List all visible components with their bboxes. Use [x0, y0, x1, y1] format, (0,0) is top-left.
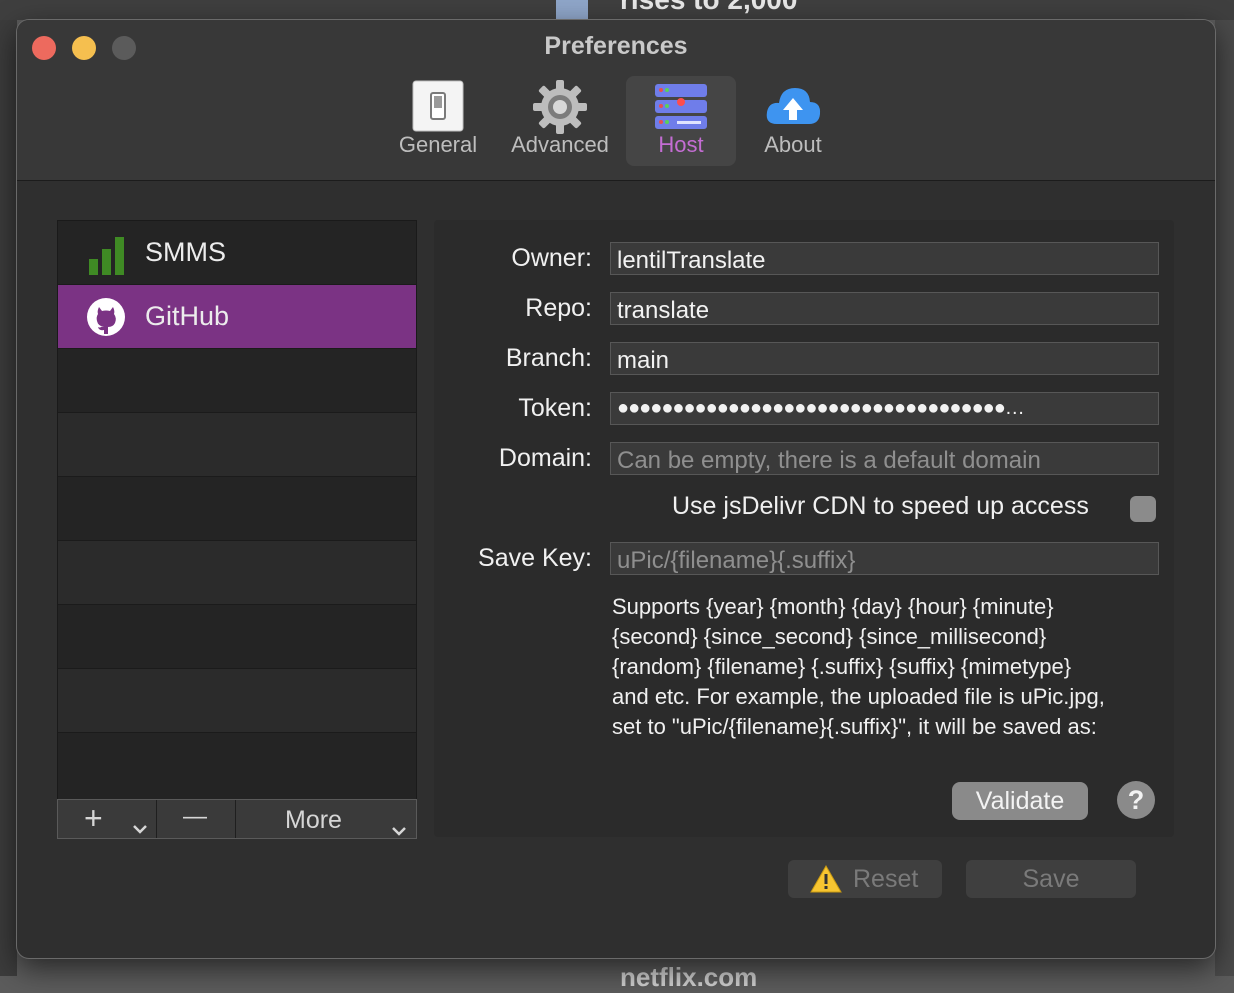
background-headline: rises to 2,000: [620, 0, 797, 16]
host-list-empty-row: [58, 733, 416, 796]
background-caption: netflix.com: [620, 962, 758, 992]
help-line: {second} {since_second} {since_milliseco…: [612, 624, 1047, 649]
host-list-empty-row: [58, 541, 416, 605]
background-strip-left: [0, 0, 17, 976]
chevron-down-icon: [391, 813, 407, 844]
background-strip-top: [0, 0, 1234, 20]
save-key-label: Save Key:: [478, 544, 592, 572]
tab-general-label: General: [398, 132, 478, 157]
titlebar: Preferences General Advanced Host About: [17, 20, 1215, 181]
add-host-button[interactable]: +: [58, 800, 156, 838]
tab-about-label: About: [764, 132, 822, 157]
more-menu-button[interactable]: More: [236, 800, 416, 838]
background-strip-right: [1215, 0, 1234, 976]
cloud-upload-icon: [763, 82, 823, 133]
tab-advanced-label: Advanced: [511, 132, 609, 157]
host-list: SMMS GitHub: [57, 220, 417, 800]
save-key-help-text: Supports {year} {month} {day} {hour} {mi…: [612, 592, 1162, 742]
branch-label: Branch:: [505, 344, 592, 372]
host-item-label: GitHub: [145, 301, 230, 331]
host-list-empty-row: [58, 349, 416, 413]
help-line: {random} {filename} {.suffix} {suffix} {…: [612, 654, 1072, 679]
token-label: Token:: [518, 394, 592, 422]
tab-host-label: Host: [658, 132, 704, 157]
more-label: More: [285, 806, 342, 834]
minus-icon: —: [183, 803, 207, 830]
host-item-github[interactable]: GitHub: [58, 285, 416, 349]
repo-label: Repo:: [525, 294, 592, 322]
help-line: Supports {year} {month} {day} {hour} {mi…: [612, 594, 1054, 619]
jsdelivr-cdn-checkbox[interactable]: [1130, 496, 1156, 522]
remove-host-button[interactable]: —: [157, 800, 235, 838]
plus-icon: +: [84, 800, 103, 836]
host-item-label: SMMS: [145, 237, 226, 267]
host-list-empty-row: [58, 413, 416, 477]
domain-field[interactable]: [610, 442, 1159, 475]
branch-field[interactable]: [610, 342, 1159, 375]
host-list-toolbar: + — More: [57, 799, 417, 839]
tab-general[interactable]: General: [388, 76, 488, 166]
host-item-smms[interactable]: SMMS: [58, 221, 416, 285]
reset-button[interactable]: Reset: [788, 860, 942, 898]
reset-label: Reset: [853, 865, 919, 893]
server-icon: [653, 82, 709, 137]
help-button[interactable]: ?: [1117, 781, 1155, 819]
tab-host[interactable]: Host: [626, 76, 736, 166]
save-button[interactable]: Save: [966, 860, 1136, 898]
warning-icon: [809, 864, 843, 905]
owner-label: Owner:: [511, 244, 592, 272]
help-line: and etc. For example, the uploaded file …: [612, 684, 1105, 709]
host-list-empty-row: [58, 605, 416, 669]
github-icon: [86, 297, 126, 342]
switch-icon: [412, 80, 464, 137]
validate-button[interactable]: Validate: [952, 782, 1088, 820]
background-thumb: [556, 0, 588, 20]
host-settings-panel: Owner: Repo: Branch: Token: ●●●●●●●●●●●●…: [434, 220, 1174, 837]
signal-bars-icon: [87, 235, 127, 280]
domain-label: Domain:: [498, 444, 592, 472]
tab-about[interactable]: About: [748, 76, 838, 166]
host-list-empty-row: [58, 477, 416, 541]
tab-advanced[interactable]: Advanced: [503, 76, 617, 166]
help-line: set to "uPic/{filename}{.suffix}", it wi…: [612, 714, 1097, 739]
repo-field[interactable]: [610, 292, 1159, 325]
chevron-down-icon: [132, 811, 148, 842]
save-key-field[interactable]: [610, 542, 1159, 575]
jsdelivr-cdn-label: Use jsDelivr CDN to speed up access: [672, 492, 1089, 520]
window-title: Preferences: [544, 32, 688, 60]
owner-field[interactable]: [610, 242, 1159, 275]
preferences-window: Preferences General Advanced Host About …: [17, 20, 1215, 958]
host-list-empty-row: [58, 669, 416, 733]
token-field[interactable]: ●●●●●●●●●●●●●●●●●●●●●●●●●●●●●●●●●●●…: [610, 392, 1159, 425]
